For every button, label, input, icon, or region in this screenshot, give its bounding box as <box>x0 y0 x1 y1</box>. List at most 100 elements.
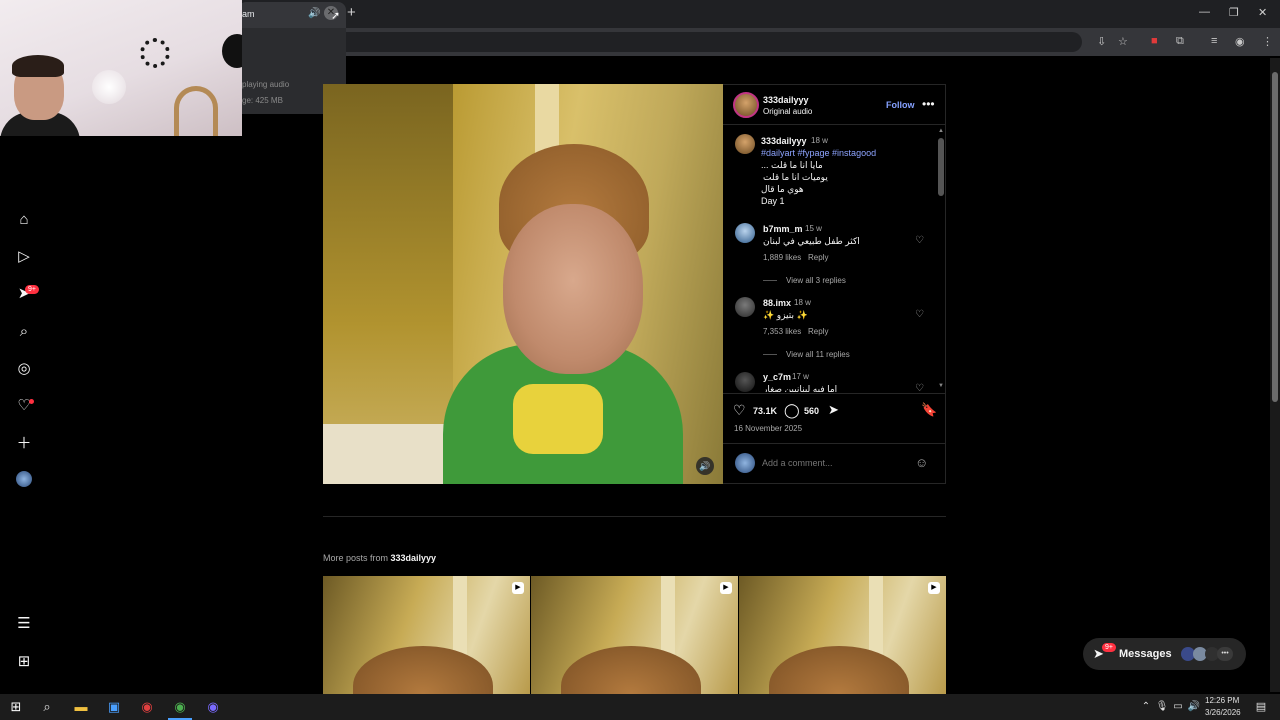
extensions-icon[interactable]: ⧉ <box>1176 35 1184 48</box>
browser-tab[interactable]: am 🔊 ✕ <box>238 2 346 28</box>
more-menu-icon[interactable]: ☰ <box>14 614 34 634</box>
tab-title: am <box>242 9 255 19</box>
microphone <box>222 34 242 68</box>
new-tab-button[interactable]: + <box>347 4 361 22</box>
caption-username[interactable]: 333dailyyy <box>761 136 807 146</box>
volume-tray-icon[interactable]: 🔊 <box>1185 698 1203 716</box>
comment-like-icon[interactable]: ♡ <box>915 309 924 320</box>
page-scrollbar[interactable] <box>1270 58 1280 692</box>
profile-avatar-icon[interactable]: ◉ <box>1235 35 1245 48</box>
browser-menu-icon[interactable]: ⋮ <box>1262 35 1273 48</box>
lamp-light <box>92 70 126 104</box>
store-icon[interactable]: ▣ <box>105 698 123 716</box>
clock-date[interactable]: 3/26/2026 <box>1205 708 1241 717</box>
like-count[interactable]: 73.1K <box>753 406 777 416</box>
comment-like-icon[interactable]: ♡ <box>915 235 924 246</box>
save-bookmark-icon[interactable]: 🔖 <box>921 402 937 418</box>
window-close-icon[interactable]: ✕ <box>1258 6 1267 19</box>
more-posts-heading: More posts from 333dailyyy <box>323 553 436 563</box>
explore-icon[interactable]: ◎ <box>14 359 34 379</box>
caption-avatar[interactable] <box>735 134 755 154</box>
replies-line <box>763 280 777 281</box>
emoji-icon[interactable]: ☺ <box>915 455 928 470</box>
media-control-icon[interactable]: ≡ <box>1211 35 1217 47</box>
own-avatar <box>735 453 755 473</box>
view-replies-button[interactable]: View all 3 replies <box>786 276 846 285</box>
comment-username[interactable]: b7mm_m <box>763 224 803 234</box>
comment-username[interactable]: 88.imx <box>763 298 791 308</box>
reel-icon: ▶ <box>720 582 732 594</box>
comments-scroll-thumb[interactable] <box>938 138 944 196</box>
scroll-down-icon[interactable]: ▼ <box>938 383 944 389</box>
comment-text: ✨ بتيزو ✨ <box>763 310 808 320</box>
comment-likes[interactable]: 7,353 likes <box>763 327 801 336</box>
minimize-icon[interactable]: — <box>1199 6 1210 18</box>
thumb-child <box>353 646 493 694</box>
clock-time[interactable]: 12:26 PM <box>1205 696 1239 705</box>
home-icon[interactable]: ⌂ <box>14 210 34 230</box>
comment-time: 17 w <box>792 372 809 381</box>
address-bar[interactable] <box>242 32 1082 52</box>
comment-reply-button[interactable]: Reply <box>808 327 828 336</box>
bookmark-star-icon[interactable]: ☆ <box>1118 35 1128 48</box>
like-heart-icon[interactable]: ♡ <box>733 402 746 419</box>
messages-pill-badge: 9+ <box>1102 643 1116 652</box>
volume-icon[interactable]: 🔊 <box>696 457 714 475</box>
comment-count[interactable]: 560 <box>804 406 819 416</box>
view-replies-button[interactable]: View all 11 replies <box>786 350 850 359</box>
extension-badge-icon[interactable]: ■ <box>1151 35 1158 47</box>
follow-button[interactable]: Follow <box>886 100 915 110</box>
comment-likes[interactable]: 1,889 likes <box>763 253 801 262</box>
comment-reply-button[interactable]: Reply <box>808 253 828 262</box>
comment-bubble-icon[interactable]: ◯ <box>784 402 800 419</box>
more-post-thumbnail[interactable]: ▶ <box>323 576 530 694</box>
more-post-thumbnail[interactable]: ▶ <box>739 576 946 694</box>
scroll-up-icon[interactable]: ▲ <box>938 128 944 134</box>
post-author[interactable]: 333dailyyy <box>763 95 809 105</box>
file-explorer-icon[interactable]: ▬ <box>72 698 90 716</box>
more-contacts-icon: ••• <box>1217 647 1233 661</box>
reels-icon[interactable]: ▷ <box>14 247 34 267</box>
comment-avatar[interactable] <box>735 223 755 243</box>
comment-like-icon[interactable]: ♡ <box>915 383 924 392</box>
caption-line: يوميات انا ما قلت <box>763 172 828 182</box>
app-icon[interactable]: ◉ <box>138 698 156 716</box>
add-comment-input[interactable] <box>762 455 902 471</box>
more-posts-author[interactable]: 333dailyyy <box>391 553 437 563</box>
comment-time: 15 w <box>805 224 822 233</box>
messages-label: Messages <box>1119 648 1172 660</box>
speaker-icon[interactable]: 🔊 <box>308 8 320 19</box>
windows-taskbar: ⊞ ⌕ ▬ ▣ ◉ ◉ ◉ ⌃ 🎙 ▭ 🔊 12:26 PM 3/26/2026… <box>0 694 1280 720</box>
person-headphones <box>12 55 64 77</box>
author-avatar[interactable] <box>733 92 759 118</box>
more-options-icon[interactable]: ••• <box>922 97 935 111</box>
mouse-cursor-icon: ➚ <box>331 10 341 22</box>
reel-icon: ▶ <box>512 582 524 594</box>
header-divider <box>723 124 946 125</box>
audio-label[interactable]: Original audio <box>763 107 812 116</box>
messages-button[interactable]: ➤ 9+ Messages ••• <box>1083 638 1246 670</box>
install-app-icon[interactable]: ⇩ <box>1097 35 1106 48</box>
restore-icon[interactable]: ❐ <box>1229 6 1239 19</box>
comment-avatar[interactable] <box>735 297 755 317</box>
create-icon[interactable]: ＋ <box>14 434 34 454</box>
reel-video[interactable] <box>323 84 723 484</box>
comment-username[interactable]: y_c7m <box>763 372 791 382</box>
video-floor <box>323 424 453 484</box>
profile-icon[interactable] <box>16 471 32 487</box>
taskbar-search-icon[interactable]: ⌕ <box>38 698 56 716</box>
section-divider <box>323 516 946 517</box>
also-from-meta-icon[interactable]: ⊞ <box>14 652 34 672</box>
comment-avatar[interactable] <box>735 372 755 392</box>
chrome-profile-icon[interactable]: ◉ <box>204 698 222 716</box>
windows-start-icon[interactable]: ⊞ <box>7 698 25 716</box>
notification-center-icon[interactable]: ▤ <box>1252 698 1270 716</box>
more-post-thumbnail[interactable]: ▶ <box>531 576 738 694</box>
chrome-icon[interactable]: ◉ <box>171 698 189 716</box>
caption-hashtags[interactable]: #dailyart #fypage #instagood <box>761 148 876 158</box>
page-scroll-thumb[interactable] <box>1272 72 1278 402</box>
search-icon[interactable]: ⌕ <box>14 322 34 342</box>
share-icon[interactable]: ➤ <box>828 402 839 418</box>
comment-text: اكثر طفل طبيعي في لبنان <box>763 236 860 246</box>
reel-icon: ▶ <box>928 582 940 594</box>
